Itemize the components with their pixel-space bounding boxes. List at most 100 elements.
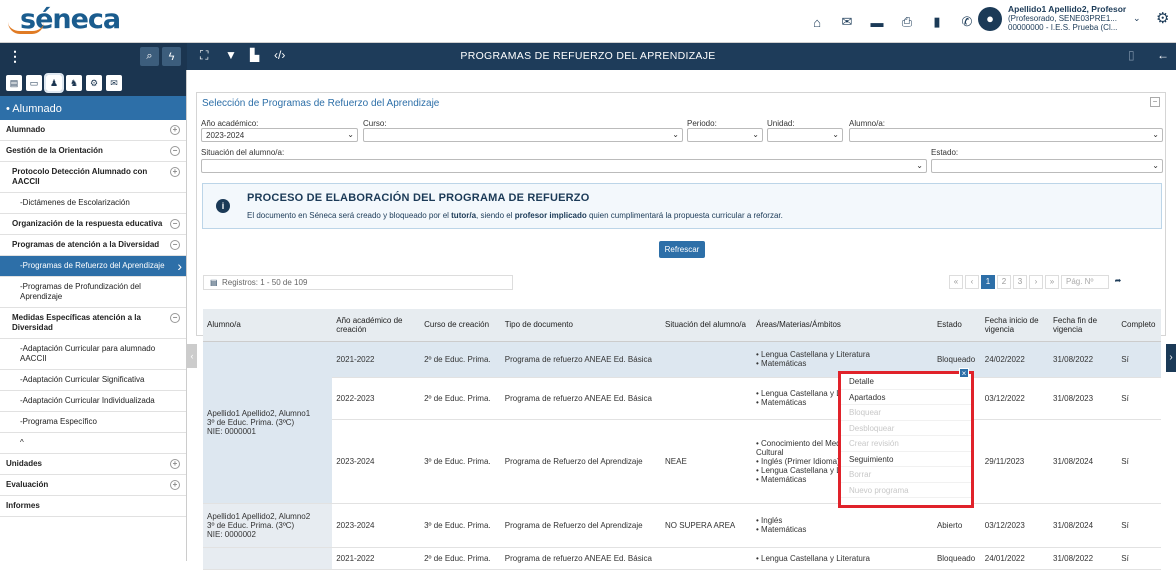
menu-item[interactable]: Seguimiento <box>841 452 971 467</box>
page-button[interactable]: 2 <box>997 275 1011 289</box>
collapse-icon[interactable]: − <box>170 313 180 323</box>
table-row[interactable]: 2021-2022 2º de Educ. Prima. Programa de r… <box>203 547 1161 570</box>
home-icon[interactable]: ⌂ <box>802 12 832 32</box>
page-button[interactable]: » <box>1045 275 1059 289</box>
mail-icon[interactable]: ✉ <box>832 12 862 32</box>
column-header[interactable]: Año académico de creación <box>332 309 421 342</box>
sidebar-item[interactable]: -Programa Específico <box>0 412 186 433</box>
group-icon[interactable]: ♞ <box>66 75 82 91</box>
curso-select[interactable]: ⌄ <box>363 128 683 142</box>
list-icon: ▤ <box>210 278 218 287</box>
sidebar-item[interactable]: Informes <box>0 496 186 517</box>
column-header[interactable]: Situación del alumno/a <box>661 309 752 342</box>
expand-icon[interactable]: + <box>170 480 180 490</box>
mail-icon[interactable]: ✉ <box>106 75 122 91</box>
expand-icon[interactable]: + <box>170 459 180 469</box>
pagination: «‹ 1 2 3 ›» Pág. Nº ➦ <box>949 275 1125 289</box>
column-header[interactable]: Fecha fin de vigencia <box>1049 309 1118 342</box>
students-icon[interactable]: ♟ <box>44 73 64 93</box>
table-row[interactable]: Apellido1 Apellido2, Alumno2 3º de Educ. … <box>203 503 1161 548</box>
student-cell[interactable]: Apellido1 Apellido2, Alumno2 3º de Educ. … <box>203 503 333 548</box>
expand-right-icon[interactable]: › <box>1166 344 1176 372</box>
column-header[interactable]: Alumno/a <box>203 309 333 342</box>
page-button[interactable]: 1 <box>981 275 995 289</box>
cell-fin: 31/08/2023 <box>1049 377 1118 420</box>
sidebar-item[interactable]: Evaluación + <box>0 475 186 496</box>
sidebar-item[interactable]: Protocolo Detección Alumnado con AACCII + <box>0 162 186 193</box>
page-button[interactable]: › <box>1029 275 1043 289</box>
alumno-select[interactable]: ⌄ <box>849 128 1163 142</box>
print-icon[interactable]: ⎙ <box>892 12 922 32</box>
anio-select[interactable]: 2023-2024 ⌄ <box>201 128 358 142</box>
sidebar-item[interactable]: -Adaptación Curricular para alumnado AAC… <box>0 339 186 370</box>
menu-item[interactable]: Detalle <box>841 374 971 390</box>
cell-ini: 24/01/2022 <box>980 547 1049 570</box>
cell-sit <box>661 547 752 570</box>
collapse-icon[interactable]: − <box>170 146 180 156</box>
collapse-icon[interactable]: − <box>170 219 180 229</box>
sidebar-item-label: Gestión de la Orientación <box>6 146 103 155</box>
cell-anio: 2021-2022 <box>332 547 421 570</box>
documents-icon[interactable]: ▮ <box>922 12 952 32</box>
sidebar-item[interactable]: ^ <box>0 433 186 454</box>
sidebar-item[interactable]: -Programas de Refuerzo del Aprendizaje › <box>0 256 186 277</box>
unidad-select[interactable]: ⌄ <box>767 128 843 142</box>
student-cell[interactable] <box>203 547 333 570</box>
refresh-button[interactable]: Refrescar <box>659 241 705 258</box>
column-header[interactable]: Áreas/Materias/Ámbitos <box>752 309 933 342</box>
table-row[interactable]: Apellido1 Apellido2, Alumno1 3º de Educ. … <box>203 341 1161 504</box>
page-button[interactable]: « <box>949 275 963 289</box>
periodo-label: Periodo: <box>687 119 717 128</box>
cell-curso: 3º de Educ. Prima. <box>420 503 501 548</box>
column-header[interactable]: Completo <box>1117 309 1161 342</box>
page-button[interactable]: ‹ <box>965 275 979 289</box>
sidebar-item-label: -Programas de Refuerzo del Aprendizaje <box>20 261 165 270</box>
estado-select[interactable]: ⌄ <box>931 159 1163 173</box>
folder-icon[interactable]: ▬ <box>862 12 892 32</box>
table-row[interactable]: 2023-2024 3º de Educ. Prima. Programa de R… <box>203 419 1161 504</box>
close-icon[interactable]: × <box>959 368 969 378</box>
table-row[interactable]: 2022-2023 2º de Educ. Prima. Programa de r… <box>203 377 1161 420</box>
column-header[interactable]: Estado <box>932 309 981 342</box>
unidad-label: Unidad: <box>767 119 795 128</box>
column-header[interactable]: Curso de creación <box>420 309 501 342</box>
page-button[interactable]: 3 <box>1013 275 1027 289</box>
back-arrow-icon[interactable]: ← <box>1157 48 1169 62</box>
sidebar-item[interactable]: Medidas Específicas atención a la Divers… <box>0 308 186 339</box>
collapse-icon[interactable]: − <box>170 240 180 250</box>
page-number-input[interactable]: Pág. Nº <box>1061 275 1109 289</box>
column-header[interactable]: Fecha inicio de vigencia <box>980 309 1049 342</box>
expand-icon[interactable]: + <box>170 125 180 135</box>
user-menu[interactable]: ● Apellido1 Apellido2, Profesor (Profeso… <box>978 5 1126 32</box>
gear-icon[interactable]: ⚙ <box>1156 9 1169 27</box>
sidebar: ▤ ▭ ♟ ♞ ⚙ ✉ • Alumnado Alumnado + Gestión … <box>0 70 187 561</box>
go-arrow-icon[interactable]: ➦ <box>1111 275 1125 289</box>
periodo-select[interactable]: ⌄ <box>687 128 763 142</box>
sidebar-item[interactable]: Unidades + <box>0 454 186 475</box>
area-item: Lengua Castellana y Literatura <box>756 554 929 563</box>
sidebar-item[interactable]: Organización de la respuesta educativa − <box>0 214 186 235</box>
book-icon[interactable]: ▤ <box>6 75 22 91</box>
sidebar-item[interactable]: -Adaptación Curricular Individualizada <box>0 391 186 412</box>
cell-estado: Bloqueado <box>932 547 981 570</box>
sidebar-item[interactable]: Programas de atención a la Diversidad − <box>0 235 186 256</box>
column-header[interactable]: Tipo de documento <box>500 309 662 342</box>
minimize-icon[interactable]: − <box>1150 97 1160 107</box>
sidebar-item[interactable]: Alumnado + <box>0 120 186 141</box>
menu-item[interactable]: Apartados <box>841 390 971 405</box>
card-icon[interactable]: ▭ <box>26 75 42 91</box>
cell-sit <box>661 377 752 420</box>
anio-label: Año académico: <box>201 119 259 128</box>
chevron-down-icon[interactable]: ⌄ <box>1133 13 1141 24</box>
sidebar-item[interactable]: -Adaptación Curricular Significativa <box>0 370 186 391</box>
situacion-select[interactable]: ⌄ <box>201 159 927 173</box>
expand-icon[interactable]: + <box>170 167 180 177</box>
settings-icon[interactable]: ⚙ <box>86 75 102 91</box>
menu-item: Nuevo programa <box>841 483 971 498</box>
cell-comp: Sí <box>1117 503 1161 548</box>
sidebar-item[interactable]: -Programas de Profundización del Aprendi… <box>0 277 186 308</box>
student-cell[interactable]: Apellido1 Apellido2, Alumno1 3º de Educ. … <box>203 341 333 504</box>
sidebar-item[interactable]: Gestión de la Orientación − <box>0 141 186 162</box>
sidebar-item-label: -Dictámenes de Escolarización <box>20 198 130 207</box>
sidebar-item[interactable]: -Dictámenes de Escolarización <box>0 193 186 214</box>
